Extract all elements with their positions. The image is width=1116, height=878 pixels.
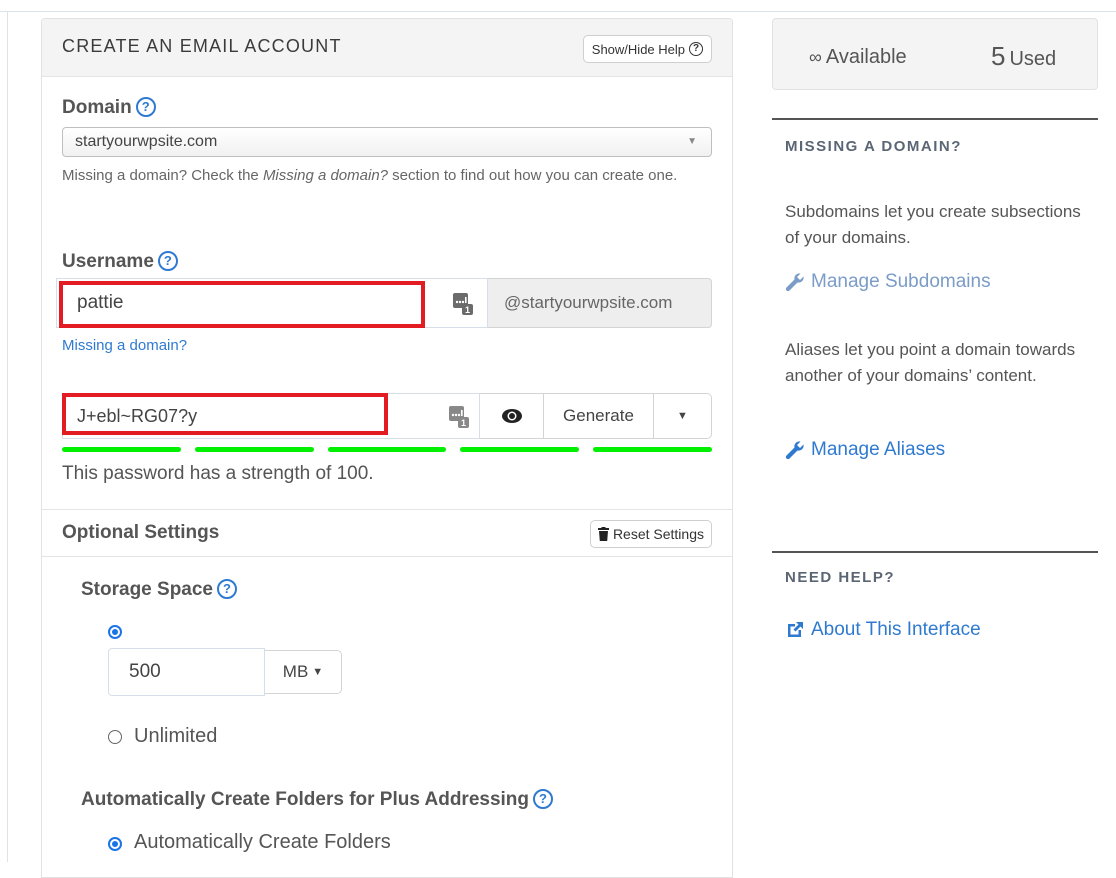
manage-aliases-label: Manage Aliases: [811, 439, 946, 460]
left-divider: [7, 12, 8, 862]
question-circle-icon: ?: [689, 42, 703, 56]
domain-help-prefix: Missing a domain? Check the: [62, 167, 263, 184]
strength-segment: [460, 447, 580, 452]
generate-password-button[interactable]: Generate: [544, 393, 654, 439]
domain-help-emphasis: Missing a domain?: [262, 167, 388, 184]
storage-quota-value: 500: [129, 661, 161, 682]
domain-select[interactable]: startyourwpsite.com ▼: [62, 127, 712, 157]
storage-unit-value: MB: [282, 662, 309, 681]
available-count: ∞ Available: [809, 46, 907, 69]
password-manager-icon[interactable]: 1: [449, 406, 469, 428]
storage-input-group: 500 MB ▼: [108, 648, 342, 696]
username-domain-suffix: @startyourwpsite.com: [488, 278, 712, 328]
caret-down-icon: ▼: [677, 410, 688, 422]
sidebar-divider: [772, 118, 1098, 120]
password-value: J+ebl~RG07?y: [77, 405, 198, 426]
reset-settings-button[interactable]: Reset Settings: [589, 520, 712, 548]
strength-segment: [194, 447, 314, 452]
caret-down-icon: ▼: [312, 666, 324, 678]
domain-help-suffix: section to find out how you can create o…: [388, 167, 678, 184]
missing-domain-link[interactable]: Missing a domain?: [62, 337, 187, 354]
plus-addressing-label: Automatically Create Folders for Plus Ad…: [81, 789, 554, 811]
auto-create-folders-radio[interactable]: [108, 837, 122, 851]
infinity-icon: ∞: [809, 47, 822, 67]
storage-custom-radio[interactable]: [108, 625, 122, 639]
trash-icon: [597, 527, 609, 541]
show-password-button[interactable]: [480, 393, 544, 439]
about-interface-label: About This Interface: [811, 619, 981, 640]
generate-options-dropdown[interactable]: ▼: [654, 393, 712, 439]
plus-addressing-help-icon[interactable]: ?: [533, 789, 554, 809]
password-manager-icon[interactable]: 1: [453, 293, 473, 315]
storage-unlimited-label: Unlimited: [134, 725, 218, 747]
panel-header: CREATE AN EMAIL ACCOUNT Show/Hide Help ?: [42, 19, 732, 77]
aliases-description: Aliases let you point a domain towards a…: [785, 340, 1076, 385]
domain-label-text: Domain: [62, 97, 132, 118]
username-input[interactable]: pattie 1: [56, 278, 488, 328]
storage-unit-dropdown[interactable]: MB ▼: [265, 650, 342, 694]
storage-space-label-text: Storage Space: [81, 579, 213, 600]
subdomains-description: Subdomains let you create subsections of…: [785, 202, 1081, 247]
storage-help-icon[interactable]: ?: [217, 579, 237, 599]
domain-help-icon[interactable]: ?: [135, 97, 156, 117]
optional-settings-header: Optional Settings Reset Settings: [42, 509, 732, 557]
username-label: Username?: [62, 251, 178, 273]
strength-segment: [327, 447, 447, 452]
wrench-icon: [785, 273, 804, 292]
external-link-icon: [788, 622, 803, 637]
optional-settings-title: Optional Settings: [62, 522, 220, 543]
auto-create-folders-label: Automatically Create Folders: [134, 831, 391, 853]
password-input-group: J+ebl~RG07?y 1 Generate ▼: [62, 393, 712, 439]
used-number: 5: [991, 41, 1006, 71]
svg-text:1: 1: [461, 418, 466, 428]
available-label: Available: [825, 46, 907, 68]
strength-segment: [593, 447, 712, 452]
eye-icon: [501, 409, 522, 423]
used-count: 5 Used: [991, 41, 1056, 72]
username-value: pattie: [77, 292, 124, 313]
username-help-icon[interactable]: ?: [157, 251, 178, 271]
about-interface-link[interactable]: About This Interface: [785, 619, 981, 641]
svg-text:1: 1: [465, 305, 470, 315]
show-hide-help-button[interactable]: Show/Hide Help ?: [582, 35, 712, 63]
username-input-group: pattie 1 @startyourwpsite.com: [56, 278, 712, 328]
storage-quota-input[interactable]: 500: [108, 648, 265, 696]
used-label: Used: [1009, 48, 1057, 70]
wrench-icon: [785, 441, 804, 460]
password-input[interactable]: J+ebl~RG07?y 1: [62, 393, 480, 439]
manage-subdomains-label: Manage Subdomains: [811, 271, 991, 292]
missing-domain-heading: MISSING A DOMAIN?: [785, 138, 962, 155]
show-hide-help-label: Show/Hide Help: [591, 41, 685, 57]
top-divider: [0, 11, 1116, 12]
domain-help-text: Missing a domain? Check the Missing a do…: [62, 163, 722, 188]
storage-unlimited-radio[interactable]: [108, 730, 122, 744]
domain-select-value: startyourwpsite.com: [75, 133, 218, 150]
need-help-heading: NEED HELP?: [785, 569, 896, 586]
plus-addressing-label-text: Automatically Create Folders for Plus Ad…: [81, 789, 530, 810]
panel-title: CREATE AN EMAIL ACCOUNT: [62, 36, 342, 56]
strength-segment: [62, 447, 181, 452]
username-label-text: Username: [62, 251, 154, 272]
password-strength-text: This password has a strength of 100.: [62, 463, 374, 484]
account-usage-box: ∞ Available 5 Used: [772, 18, 1098, 90]
create-email-panel: CREATE AN EMAIL ACCOUNT Show/Hide Help ?…: [41, 18, 733, 878]
sidebar-divider: [772, 551, 1098, 553]
caret-down-icon: ▼: [687, 136, 697, 147]
manage-aliases-link[interactable]: Manage Aliases: [785, 439, 945, 461]
manage-subdomains-link[interactable]: Manage Subdomains: [785, 271, 991, 293]
domain-label: Domain?: [62, 97, 156, 119]
storage-space-label: Storage Space?: [81, 579, 237, 601]
reset-settings-label: Reset Settings: [612, 526, 704, 542]
